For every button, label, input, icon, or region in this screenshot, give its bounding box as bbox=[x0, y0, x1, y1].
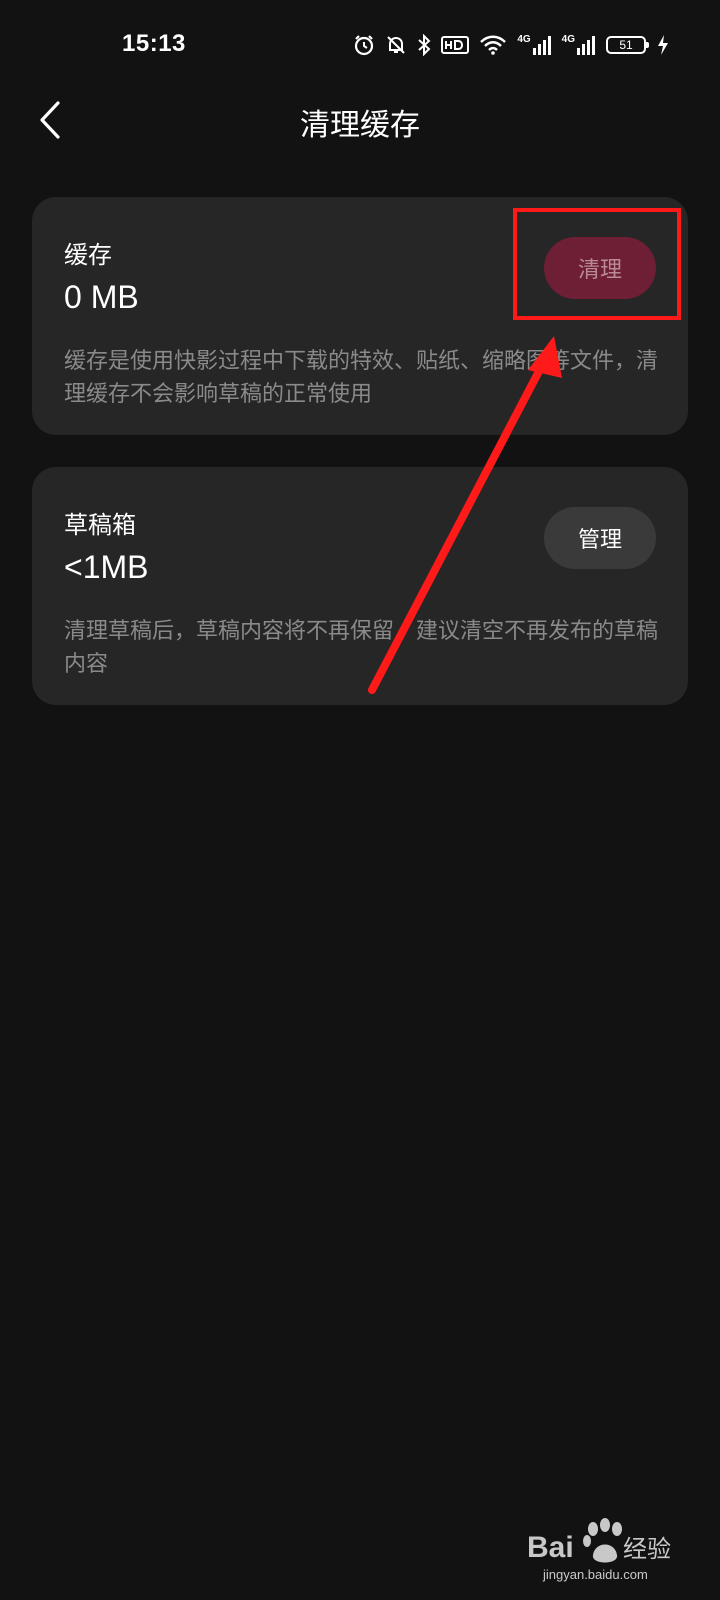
svg-text:jingyan.baidu.com: jingyan.baidu.com bbox=[542, 1567, 648, 1582]
status-icons: 4G 4G 51 bbox=[353, 30, 670, 60]
drafts-description: 清理草稿后，草稿内容将不再保留，建议清空不再发布的草稿内容 bbox=[64, 619, 659, 677]
cache-size: 0 MB bbox=[64, 279, 139, 315]
network-type-label: 4G bbox=[561, 34, 575, 45]
bell-muted-icon bbox=[385, 34, 407, 56]
network-type-label: 4G bbox=[517, 34, 531, 45]
bluetooth-icon bbox=[417, 34, 431, 56]
clear-cache-button[interactable]: 清理 bbox=[544, 237, 656, 299]
status-bar: 15:13 4G 4G 51 bbox=[0, 0, 720, 90]
baidu-jingyan-watermark: Bai 经验 jingyan.baidu.com bbox=[527, 1518, 671, 1582]
status-time: 15:13 bbox=[122, 30, 186, 57]
battery-icon: 51 bbox=[606, 36, 649, 54]
wifi-icon bbox=[479, 34, 507, 56]
signal-icon: 4G bbox=[517, 34, 551, 56]
page-title: 清理缓存 bbox=[300, 108, 420, 143]
cache-card: 缓存 0 MB 清理 缓存是使用快影过程中下载的特效、贴纸、缩略图等文件，清理缓… bbox=[32, 197, 688, 435]
svg-text:经验: 经验 bbox=[623, 1535, 671, 1563]
charging-icon bbox=[656, 34, 670, 56]
cache-description: 缓存是使用快影过程中下载的特效、贴纸、缩略图等文件，清理缓存不会影响草稿的正常使… bbox=[64, 349, 659, 407]
signal-icon: 4G bbox=[562, 34, 596, 56]
cache-title: 缓存 bbox=[64, 241, 112, 269]
header: 清理缓存 bbox=[0, 90, 720, 150]
svg-text:Bai: Bai bbox=[527, 1531, 574, 1564]
screen: 15:13 4G 4G 51 清理缓存 缓存 0 MB 清理 缓存是使用快影过程… bbox=[0, 0, 720, 1600]
hd-voice-icon bbox=[441, 35, 470, 55]
drafts-size: <1MB bbox=[64, 549, 149, 585]
drafts-title: 草稿箱 bbox=[64, 511, 136, 539]
drafts-card: 草稿箱 <1MB 管理 清理草稿后，草稿内容将不再保留，建议清空不再发布的草稿内… bbox=[32, 467, 688, 705]
alarm-icon bbox=[353, 34, 375, 56]
manage-drafts-button[interactable]: 管理 bbox=[544, 507, 656, 569]
